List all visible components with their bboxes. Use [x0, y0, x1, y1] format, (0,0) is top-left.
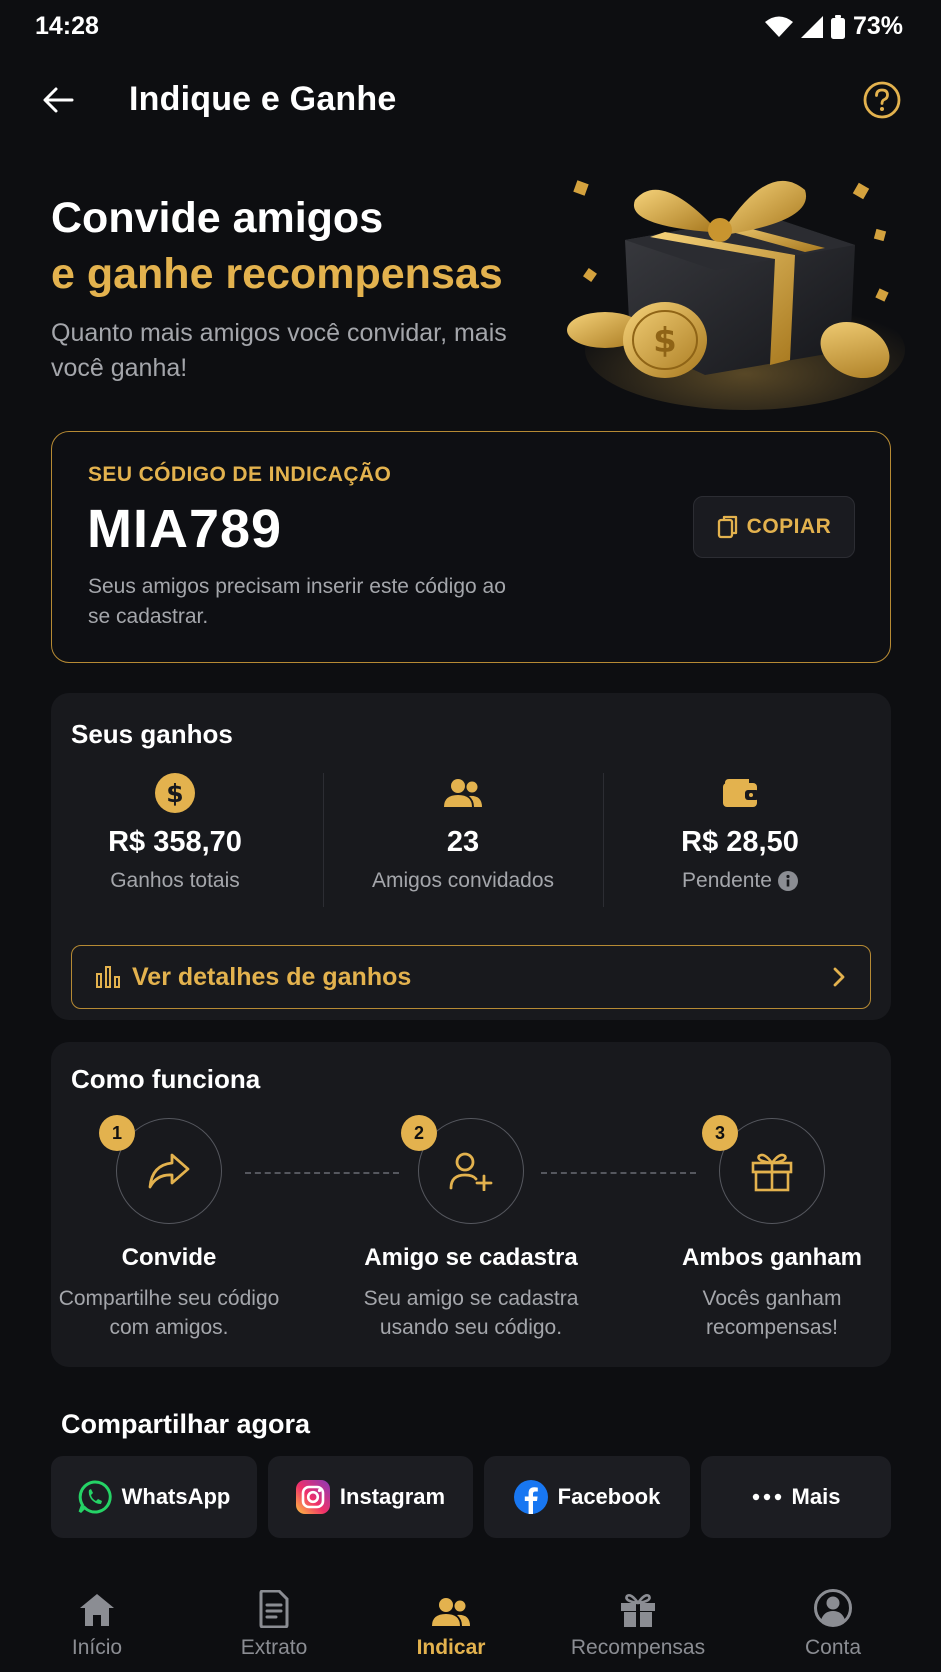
people-icon — [432, 1598, 470, 1626]
svg-text:$: $ — [166, 779, 183, 808]
add-user-icon — [449, 1152, 493, 1191]
nav-label: Indicar — [416, 1636, 486, 1659]
share-instagram-button[interactable]: Instagram — [268, 1456, 473, 1538]
gift-icon — [621, 1594, 655, 1627]
nav-item-account[interactable]: Conta — [743, 1562, 923, 1660]
stat-total-earnings: $ R$ 358,70 Ganhos totais — [55, 773, 295, 893]
step-title: Amigo se cadastra — [364, 1244, 578, 1271]
stat-pending: R$ 28,50 Pendente — [620, 773, 860, 893]
step-title: Ambos ganham — [681, 1244, 863, 1271]
stat-divider — [323, 773, 324, 907]
info-icon[interactable] — [777, 871, 798, 891]
step-invite: 1 Convide Compartilhe seu código com ami… — [49, 1115, 289, 1342]
stat-divider — [603, 773, 604, 907]
copy-button[interactable]: COPIAR — [693, 496, 855, 558]
hero-section: Convide amigos e ganhe recompensas Quant… — [51, 190, 571, 386]
stat-label: Ganhos totais — [110, 869, 240, 892]
back-arrow-icon — [43, 87, 74, 113]
nav-label: Início — [71, 1636, 123, 1659]
stat-label: Amigos convidados — [371, 869, 555, 892]
step-description: Vocês ganham recompensas! — [702, 1287, 842, 1339]
nav-item-refer[interactable]: Indicar — [361, 1562, 541, 1660]
nav-label: Recompensas — [570, 1636, 706, 1659]
step-friend-signup: 2 Amigo se cadastra Seu amigo se cadastr… — [351, 1115, 591, 1342]
referral-code-label: SEU CÓDIGO DE INDICAÇÃO — [88, 463, 392, 486]
gift-illustration: $ — [565, 160, 905, 410]
step-number: 2 — [401, 1115, 437, 1151]
earnings-card: Seus ganhos $ R$ 358,70 Ganhos totais 23… — [51, 693, 891, 1020]
earnings-details-label: Ver detalhes de ganhos — [132, 962, 412, 991]
referral-code-hint: Seus amigos precisam inserir este código… — [88, 575, 506, 628]
nav-item-home[interactable]: Início — [7, 1562, 187, 1660]
instagram-icon — [295, 1480, 330, 1514]
step-description: Compartilhe seu código com amigos. — [58, 1287, 280, 1339]
earnings-stats: $ R$ 358,70 Ganhos totais 23 Amigos conv… — [51, 773, 891, 907]
step-number: 3 — [702, 1115, 738, 1151]
hero-subtitle: Quanto mais amigos você convidar, mais v… — [51, 319, 507, 382]
nav-item-statement[interactable]: Extrato — [184, 1562, 364, 1660]
share-facebook-button[interactable]: Facebook — [484, 1456, 690, 1538]
nav-label: Conta — [804, 1636, 862, 1659]
share-arrow-icon — [148, 1153, 190, 1189]
referral-code: MIA789 — [87, 499, 283, 559]
earnings-title: Seus ganhos — [71, 719, 233, 749]
share-title: Compartilhar agora — [61, 1409, 311, 1439]
step-description: Seu amigo se cadastra usando seu código. — [363, 1287, 579, 1339]
step-both-earn: 3 Ambos ganham Vocês ganham recompensas! — [652, 1115, 892, 1342]
bar-chart-icon — [96, 966, 120, 988]
app-bar: Indique e Ganhe — [0, 60, 941, 140]
dollar-coin-icon: $ — [155, 773, 195, 813]
share-more-button[interactable]: Mais — [701, 1456, 891, 1538]
more-dots-icon — [752, 1493, 781, 1501]
nav-item-rewards[interactable]: Recompensas — [548, 1562, 728, 1660]
share-buttons: WhatsApp Instagram Facebook Mais — [51, 1456, 891, 1538]
facebook-icon — [513, 1480, 548, 1514]
share-button-label: Instagram — [339, 1484, 446, 1509]
wallet-icon — [723, 779, 759, 807]
step-title: Convide — [121, 1244, 217, 1271]
home-icon — [80, 1594, 114, 1626]
people-icon — [444, 779, 482, 807]
battery-icon — [830, 14, 845, 39]
stat-value: R$ 358,70 — [108, 826, 242, 858]
stat-friends-invited: 23 Amigos convidados — [343, 773, 583, 893]
svg-text:$: $ — [653, 321, 677, 361]
referral-code-card: SEU CÓDIGO DE INDICAÇÃO MIA789 Seus amig… — [51, 431, 891, 663]
status-time: 14:28 — [35, 12, 99, 40]
nav-label: Extrato — [240, 1636, 308, 1659]
help-icon — [863, 81, 901, 119]
copy-button-label: COPIAR — [746, 515, 832, 538]
battery-percent: 73% — [852, 12, 903, 40]
help-button[interactable] — [862, 80, 902, 120]
status-bar: 14:28 73% — [0, 0, 941, 52]
stat-value: R$ 28,50 — [681, 826, 799, 858]
gift-icon — [751, 1153, 793, 1192]
how-it-works-title: Como funciona — [71, 1064, 261, 1094]
share-button-label: Facebook — [557, 1484, 661, 1509]
share-whatsapp-button[interactable]: WhatsApp — [51, 1456, 257, 1538]
status-indicators: 73% — [764, 12, 903, 41]
back-button[interactable] — [36, 78, 80, 122]
statement-icon — [259, 1590, 289, 1628]
stat-value: 23 — [446, 826, 480, 858]
stat-label: Pendente — [682, 869, 772, 892]
how-it-works-card: Como funciona 1 Convide Compartilhe seu … — [51, 1042, 891, 1367]
whatsapp-icon — [78, 1480, 112, 1514]
page-title: Indique e Ganhe — [129, 80, 397, 118]
copy-icon — [717, 515, 737, 539]
earnings-details-button[interactable]: Ver detalhes de ganhos — [71, 945, 871, 1009]
bottom-navigation: Início Extrato Indicar Recompensas Conta — [0, 1562, 941, 1672]
step-number: 1 — [99, 1115, 135, 1151]
hero-title: Convide amigos — [51, 194, 384, 242]
share-button-label: WhatsApp — [121, 1484, 231, 1509]
signal-icon — [800, 15, 823, 38]
wifi-icon — [764, 16, 793, 37]
account-icon — [814, 1589, 852, 1627]
chevron-right-icon — [833, 967, 845, 987]
hero-title-highlight: e ganhe recompensas — [51, 250, 503, 298]
share-button-label: Mais — [791, 1484, 841, 1509]
